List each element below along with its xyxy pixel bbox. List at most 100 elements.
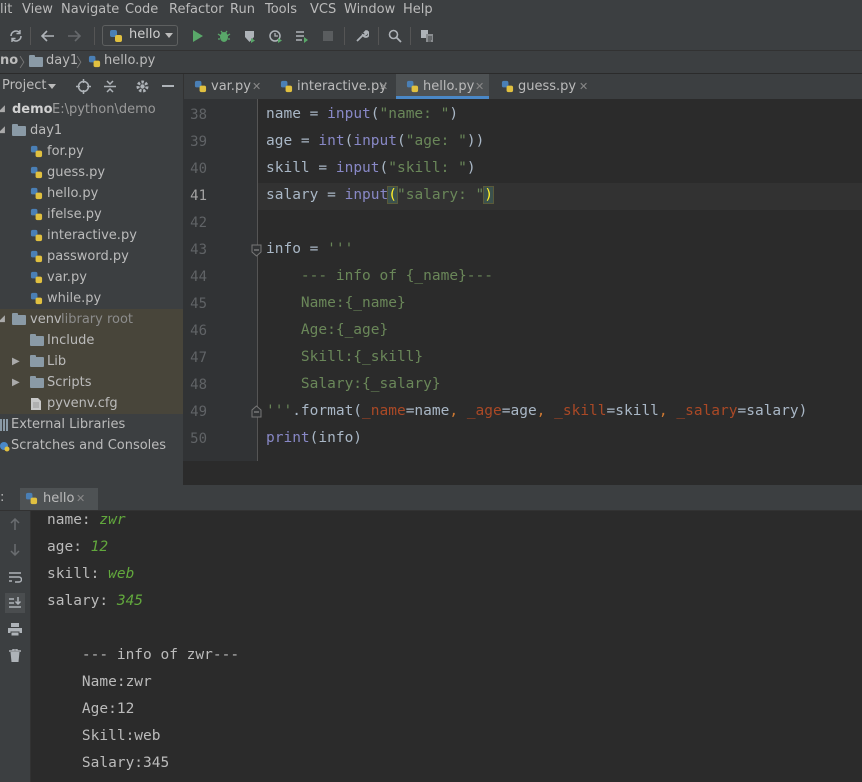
console-line: Salary:345 bbox=[47, 755, 170, 771]
chevron-down-icon[interactable] bbox=[48, 84, 56, 89]
expand-icon: ◢ bbox=[0, 125, 5, 135]
python-file-icon bbox=[30, 166, 43, 179]
close-icon[interactable]: ✕ bbox=[379, 74, 388, 99]
tree-file[interactable]: guess.py bbox=[0, 162, 183, 183]
tab-interactive[interactable]: interactive.py ✕ bbox=[268, 74, 396, 99]
console-line: skill: web bbox=[47, 566, 135, 582]
code-line-38: name = input("name: ") bbox=[266, 106, 459, 122]
tree-file[interactable]: password.py bbox=[0, 246, 183, 267]
breadcrumb-file[interactable]: hello.py bbox=[104, 53, 155, 68]
tab-var[interactable]: var.py ✕ bbox=[184, 74, 268, 99]
tree-external-libraries[interactable]: External Libraries bbox=[0, 414, 183, 435]
tree-root[interactable]: ◢ demo E:\python\demo bbox=[0, 99, 183, 120]
forward-icon[interactable] bbox=[64, 26, 84, 46]
coverage-icon[interactable] bbox=[240, 26, 260, 46]
wrench-icon[interactable] bbox=[352, 26, 372, 46]
tree-file[interactable]: while.py bbox=[0, 288, 183, 309]
tree-folder-venv[interactable]: ◢ venv library root bbox=[0, 309, 183, 330]
hide-icon[interactable] bbox=[162, 85, 174, 88]
tree-file[interactable]: ifelse.py bbox=[0, 204, 183, 225]
close-icon[interactable]: ✕ bbox=[579, 74, 588, 99]
up-arrow-icon[interactable] bbox=[5, 514, 25, 534]
stop-icon[interactable] bbox=[318, 26, 338, 46]
editor-tabs: var.py ✕ interactive.py ✕ hello.py ✕ gue… bbox=[183, 74, 862, 100]
python-icon bbox=[110, 30, 122, 42]
search-icon[interactable] bbox=[385, 26, 405, 46]
run-panel-tabs: : hello ✕ bbox=[0, 488, 862, 511]
scroll-to-end-icon[interactable] bbox=[5, 593, 25, 613]
tree-folder-day1[interactable]: ◢ day1 bbox=[0, 120, 183, 141]
library-icon bbox=[0, 419, 8, 431]
tree-folder-scripts[interactable]: ▶ Scripts bbox=[0, 372, 183, 393]
menu-navigate[interactable]: Navigate bbox=[61, 2, 119, 17]
menu-window[interactable]: Window bbox=[344, 2, 395, 17]
close-icon[interactable]: ✕ bbox=[475, 74, 484, 99]
python-file-icon bbox=[194, 80, 207, 93]
tree-file[interactable]: var.py bbox=[0, 267, 183, 288]
project-panel-header: Project bbox=[0, 74, 183, 100]
code-line-47: Skill:{_skill} bbox=[266, 349, 424, 365]
menu-run[interactable]: Run bbox=[230, 2, 255, 17]
gear-icon[interactable] bbox=[135, 79, 150, 94]
line-number: 45 bbox=[190, 296, 207, 312]
line-number: 50 bbox=[190, 431, 207, 447]
tree-label: Lib bbox=[47, 354, 67, 369]
tree-folder-include[interactable]: Include bbox=[0, 330, 183, 351]
folder-icon bbox=[30, 334, 44, 346]
run-config-select[interactable]: hello bbox=[102, 25, 178, 46]
code-line-48: Salary:{_salary} bbox=[266, 376, 441, 392]
sync-icon[interactable] bbox=[6, 26, 26, 46]
console-line: salary: 345 bbox=[47, 593, 144, 609]
tree-scratches[interactable]: Scratches and Consoles bbox=[0, 435, 183, 456]
down-arrow-icon[interactable] bbox=[5, 540, 25, 560]
tree-label: var.py bbox=[47, 270, 87, 285]
code-line-39: age = int(input("age: ")) bbox=[266, 133, 485, 149]
tree-file[interactable]: hello.py bbox=[0, 183, 183, 204]
menu-code[interactable]: Code bbox=[125, 2, 158, 17]
close-icon[interactable]: ✕ bbox=[76, 488, 85, 510]
folder-icon bbox=[12, 124, 26, 136]
run-with-icon[interactable] bbox=[292, 26, 312, 46]
profile-icon[interactable] bbox=[266, 26, 286, 46]
locate-icon[interactable] bbox=[76, 79, 91, 94]
close-icon[interactable]: ✕ bbox=[252, 74, 261, 99]
run-icon[interactable] bbox=[188, 26, 208, 46]
trash-icon[interactable] bbox=[5, 645, 25, 665]
menu-help[interactable]: Help bbox=[403, 2, 433, 17]
tree-file[interactable]: interactive.py bbox=[0, 225, 183, 246]
python-file-icon bbox=[30, 229, 43, 242]
tab-guess[interactable]: guess.py ✕ bbox=[489, 74, 589, 99]
collapsed-icon: ▶ bbox=[12, 356, 20, 367]
debug-icon[interactable] bbox=[214, 26, 234, 46]
tree-label: Scripts bbox=[47, 375, 92, 390]
structure-icon[interactable] bbox=[417, 26, 437, 46]
print-icon[interactable] bbox=[5, 619, 25, 639]
line-number: 41 bbox=[190, 188, 207, 204]
tree-label: guess.py bbox=[47, 165, 106, 180]
tree-file[interactable]: for.py bbox=[0, 141, 183, 162]
breadcrumb-folder[interactable]: day1 bbox=[46, 53, 78, 68]
tree-label: interactive.py bbox=[47, 228, 137, 243]
tree-file-pyvenv[interactable]: pyvenv.cfg bbox=[0, 393, 183, 414]
collapse-all-icon[interactable] bbox=[103, 79, 117, 94]
run-tab-hello[interactable]: hello ✕ bbox=[20, 488, 98, 510]
menu-refactor[interactable]: Refactor bbox=[169, 2, 224, 17]
soft-wrap-icon[interactable] bbox=[5, 567, 25, 587]
tree-root-path: E:\python\demo bbox=[52, 102, 156, 117]
console-output[interactable]: name: zwr age: 12 skill: web salary: 345… bbox=[31, 511, 862, 782]
scratches-icon bbox=[0, 442, 10, 452]
project-panel-title[interactable]: Project bbox=[2, 78, 46, 93]
code-line-49: '''.format(_name=name, _age=age, _skill=… bbox=[266, 403, 808, 419]
tab-hello[interactable]: hello.py ✕ bbox=[396, 74, 489, 99]
menu-tools[interactable]: Tools bbox=[265, 2, 297, 17]
back-icon[interactable] bbox=[38, 26, 58, 46]
menu-view[interactable]: View bbox=[22, 2, 53, 17]
tree-folder-lib[interactable]: ▶ Lib bbox=[0, 351, 183, 372]
folder-icon bbox=[30, 376, 44, 388]
menu-vcs[interactable]: VCS bbox=[310, 2, 336, 17]
line-numbers: 38 39 40 41 42 43 44 45 46 47 48 49 50 bbox=[183, 99, 262, 461]
breadcrumb-project[interactable]: no bbox=[0, 53, 18, 68]
python-file-icon bbox=[88, 55, 101, 68]
console-line: Skill:web bbox=[47, 728, 161, 744]
menu-edit[interactable]: lit bbox=[0, 2, 12, 17]
